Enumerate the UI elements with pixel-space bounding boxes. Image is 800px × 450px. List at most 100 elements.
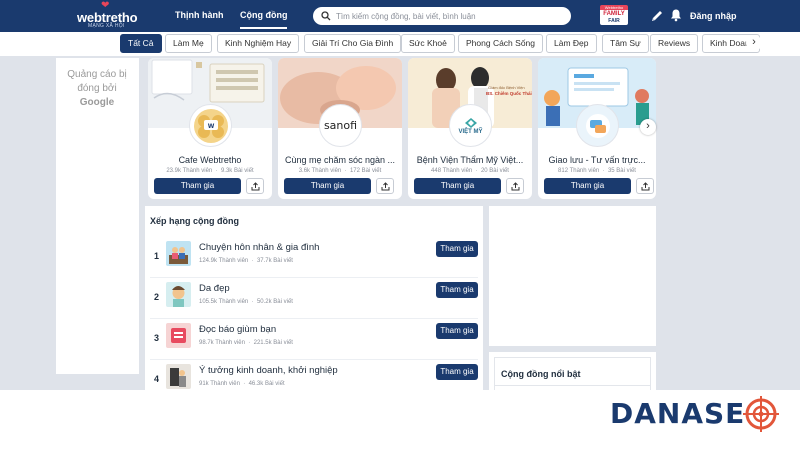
card-title[interactable]: Giao lưu - Tư vấn trực...	[542, 155, 652, 165]
community-card[interactable]: sanofi Cùng mẹ chăm sóc ngàn ... 3.6k Th…	[278, 58, 402, 199]
top-header: ❤ webtretho MẠNG XÃ HỘI Thịnh hành Cộng …	[0, 0, 800, 32]
bell-icon[interactable]	[669, 8, 683, 22]
ad-message: Quảng cáo bị đóng bởi	[67, 69, 127, 94]
share-button[interactable]	[506, 178, 524, 194]
card-members: 3.6k Thành viên	[298, 168, 342, 174]
ad-brand: Google	[79, 97, 115, 108]
chip-giai-tri[interactable]: Giải Trí Cho Gia Đình	[304, 34, 402, 53]
chip-lam-dep[interactable]: Làm Đẹp	[546, 34, 597, 53]
card-logo: VIỆT MỸ	[449, 104, 492, 147]
logo-subtitle: MẠNG XÃ HỘI	[88, 23, 125, 29]
fair-badge-main: FAMILY	[600, 10, 628, 18]
ad-text: Quảng cáo bị đóng bởi Google	[62, 68, 132, 110]
card-caption-name: BS. Chiêm Quốc Thái	[486, 91, 532, 96]
card-caption-title: Giám đốc Bệnh Viện	[488, 85, 525, 90]
community-name[interactable]: Chuyện hôn nhân & gia đình	[199, 242, 319, 253]
search-input[interactable]	[336, 11, 556, 21]
community-members: 91k Thành viên	[199, 381, 240, 387]
featured-title: Cộng đồng nổi bật	[501, 369, 581, 379]
card-logo: sanofi	[319, 104, 362, 147]
community-stats: 98.7k Thành viên · 221.5k Bài viết	[199, 340, 293, 346]
card-title[interactable]: Cùng mẹ chăm sóc ngàn ...	[282, 155, 398, 165]
viet-my-logo: VIỆT MỸ	[458, 128, 483, 135]
rank-number: 3	[154, 333, 160, 343]
community-thumbnail	[166, 282, 191, 307]
ranking-row[interactable]: 1 Chuyện hôn nhân & gia đình 124.9k Thàn…	[150, 238, 478, 278]
community-thumbnail	[166, 323, 191, 348]
card-posts: 9.3k Bài viết	[220, 168, 254, 174]
join-button[interactable]: Tham gia	[544, 178, 631, 194]
featured-box: Cộng đồng nổi bật	[494, 357, 651, 392]
chip-phong-cach-song[interactable]: Phong Cách Sống	[458, 34, 543, 53]
chip-reviews[interactable]: Reviews	[650, 34, 699, 53]
community-posts: 50.2k Bài viết	[256, 299, 293, 305]
share-icon	[251, 181, 259, 190]
share-button[interactable]	[376, 178, 394, 194]
ranking-title: Xếp hạng cộng đồng	[150, 216, 239, 226]
family-fair-badge[interactable]: Webtretho FAMILY FAIR	[600, 5, 628, 27]
ranking-row[interactable]: 2 Da đẹp 105.5k Thành viên · 50.2k Bài v…	[150, 279, 478, 319]
join-button[interactable]: Tham gia	[154, 178, 241, 194]
danaseo-watermark: DANASE	[610, 396, 780, 432]
watermark-text: DANASE	[610, 397, 746, 430]
card-title[interactable]: Cafe Webtretho	[152, 155, 268, 165]
share-button[interactable]	[636, 178, 654, 194]
target-crosshair-icon	[743, 396, 779, 432]
chip-lam-me[interactable]: Làm Mẹ	[165, 34, 212, 53]
chip-tam-su[interactable]: Tâm Sự	[602, 34, 649, 53]
card-posts: 20 Bài viết	[480, 168, 509, 174]
chip-all[interactable]: Tất Cả	[120, 34, 162, 53]
join-button[interactable]: Tham gia	[436, 282, 478, 298]
login-button[interactable]: Đăng nhập	[690, 11, 737, 21]
chip-suc-khoe[interactable]: Sức Khoẻ	[401, 34, 455, 53]
card-members: 448 Thành viên	[431, 168, 473, 174]
community-card[interactable]: Giám đốc Bệnh Viện BS. Chiêm Quốc Thái V…	[408, 58, 532, 199]
category-filter-bar: Tất Cả Làm Mẹ Kinh Nghiệm Hay Giải Trí C…	[0, 32, 800, 56]
community-thumbnail	[166, 364, 191, 389]
nav-community[interactable]: Cộng đồng	[240, 10, 288, 29]
ranking-row[interactable]: 3 Đọc báo giùm bạn 98.7k Thành viên · 22…	[150, 320, 478, 360]
search-bar[interactable]	[313, 7, 571, 25]
community-name[interactable]: Da đẹp	[199, 283, 230, 294]
join-button[interactable]: Tham gia	[436, 323, 478, 339]
join-button[interactable]: Tham gia	[436, 241, 478, 257]
community-members: 105.5k Thành viên	[199, 299, 249, 305]
community-name[interactable]: Đọc báo giùm bạn	[199, 324, 276, 335]
card-stats: 812 Thành viên · 35 Bài viết	[558, 168, 636, 174]
card-stats: 448 Thành viên · 20 Bài viết	[431, 168, 509, 174]
share-icon	[641, 181, 649, 190]
chevron-right-icon[interactable]: ›	[746, 35, 762, 51]
join-button[interactable]: Tham gia	[414, 178, 501, 194]
card-title[interactable]: Bệnh Viện Thẩm Mỹ Việt...	[412, 155, 528, 165]
pen-icon[interactable]	[650, 9, 664, 23]
community-name[interactable]: Ý tưởng kinh doanh, khởi nghiệp	[199, 365, 338, 376]
nav-trending[interactable]: Thịnh hành	[175, 10, 224, 20]
search-icon	[321, 11, 331, 21]
community-stats: 91k Thành viên · 46.3k Bài viết	[199, 381, 285, 387]
community-posts: 37.7k Bài viết	[256, 258, 293, 264]
card-posts: 172 Bài viết	[349, 168, 382, 174]
rank-number: 4	[154, 374, 160, 384]
chip-kinh-nghiem-hay[interactable]: Kinh Nghiệm Hay	[217, 34, 300, 53]
join-button[interactable]: Tham gia	[284, 178, 371, 194]
rank-number: 2	[154, 292, 160, 302]
community-ranking-panel: Xếp hạng cộng đồng 1 Chuyện hôn nhân & g…	[145, 206, 483, 390]
rank-number: 1	[154, 251, 160, 261]
community-card[interactable]: Giao lưu - Tư vấn trực... 812 Thành viên…	[538, 58, 656, 199]
community-card[interactable]: W Cafe Webtretho 23.9k Thành viên · 9.3k…	[148, 58, 272, 199]
community-members: 98.7k Thành viên	[199, 340, 245, 346]
community-thumbnail	[166, 241, 191, 266]
viet-my-emblem-icon	[464, 117, 477, 128]
card-members: 812 Thành viên	[558, 168, 600, 174]
carousel-next-icon[interactable]: ›	[640, 119, 656, 135]
svg-text:W: W	[207, 123, 214, 130]
sanofi-logo: sanofi	[323, 119, 358, 132]
join-button[interactable]: Tham gia	[436, 364, 478, 380]
card-stats: 23.9k Thành viên · 9.3k Bài viết	[166, 168, 254, 174]
card-members: 23.9k Thành viên	[166, 168, 213, 174]
webtretho-logo[interactable]: ❤ webtretho MẠNG XÃ HỘI	[74, 1, 140, 30]
card-logo	[576, 104, 619, 147]
ranking-row[interactable]: 4 Ý tưởng kinh doanh, khởi nghiệp 91k Th…	[150, 361, 478, 390]
card-stats: 3.6k Thành viên · 172 Bài viết	[298, 168, 382, 174]
share-button[interactable]	[246, 178, 264, 194]
